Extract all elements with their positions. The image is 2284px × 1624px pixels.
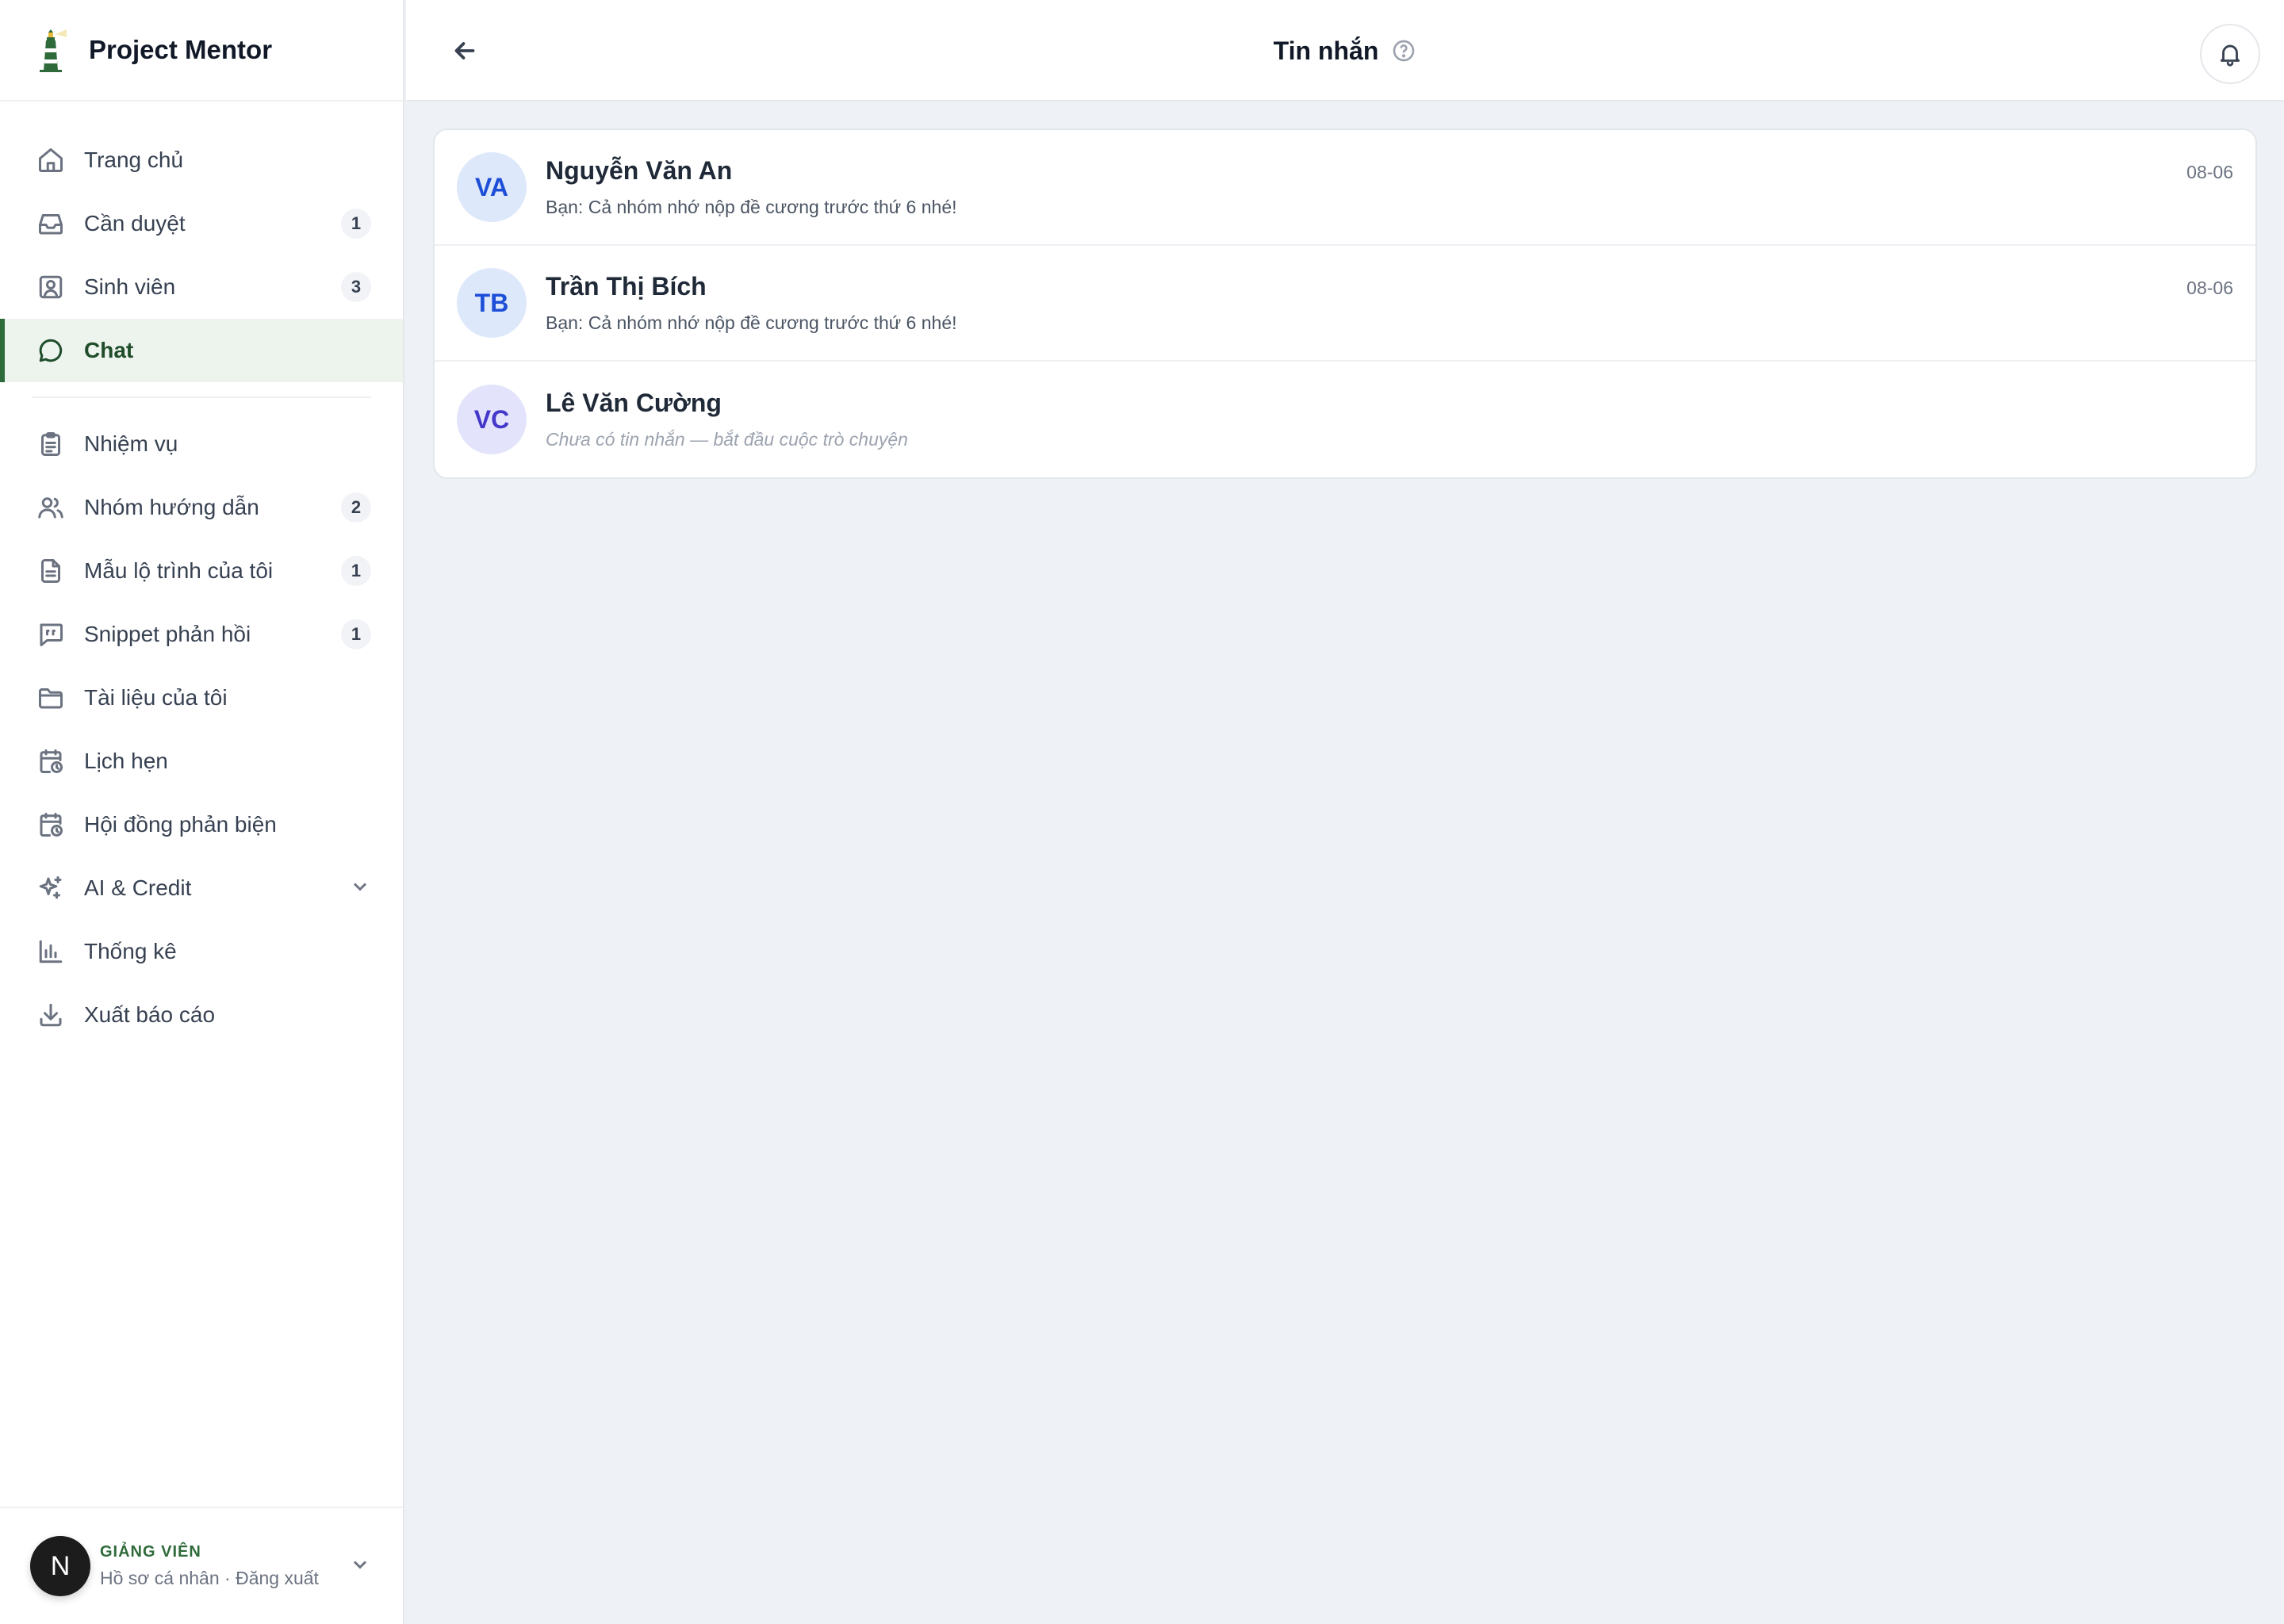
chevron-down-icon[interactable] (349, 875, 371, 902)
chat-bubble-icon (35, 335, 67, 366)
message-quote-icon (35, 619, 67, 650)
user-role: GIẢNG VIÊN (100, 1543, 201, 1561)
sidebar-item-label: AI & Credit (84, 875, 192, 900)
sidebar-item-label: Lịch hẹn (84, 749, 168, 773)
sidebar-item-export-report[interactable]: Xuất báo cáo (0, 983, 403, 1047)
conversation-date: 08-06 (2186, 162, 2233, 182)
download-icon (35, 999, 67, 1031)
sidebar-item-guidance-groups[interactable]: Nhóm hướng dẫn 2 (0, 476, 403, 539)
sidebar-item-label: Hội đồng phản biện (84, 812, 277, 837)
sidebar-item-label: Nhóm hướng dẫn (84, 495, 259, 519)
sidebar-item-label: Thống kê (84, 939, 177, 963)
sidebar-item-label: Chat (84, 338, 134, 362)
page-title-wrap: Tin nhắn (406, 0, 2284, 102)
notifications-button[interactable] (2200, 24, 2260, 84)
conversation-avatar: VA (457, 152, 527, 222)
bar-chart-icon (35, 936, 67, 967)
conversation-preview: Chưa có tin nhắn — bắt đầu cuộc trò chuy… (546, 429, 908, 450)
avatar[interactable]: N (30, 1536, 90, 1596)
sidebar-item-ai-credit[interactable]: AI & Credit (0, 856, 403, 920)
count-badge: 3 (341, 272, 371, 302)
sidebar-item-label: Mẫu lộ trình của tôi (84, 558, 274, 583)
sidebar-item-feedback-snippets[interactable]: Snippet phản hồi 1 (0, 603, 403, 666)
conversation-avatar: TB (457, 268, 527, 338)
conversation-name: Nguyễn Văn An (546, 156, 733, 185)
conversation-body: Lê Văn Cường Chưa có tin nhắn — bắt đầu … (546, 389, 2233, 450)
page-title: Tin nhắn (1273, 36, 1379, 65)
top-bar: Tin nhắn (406, 0, 2284, 102)
sidebar-item-label: Nhiệm vụ (84, 431, 178, 456)
calendar-clock-icon (35, 809, 67, 841)
help-circle-icon[interactable] (1391, 38, 1416, 63)
sidebar-item-review-council[interactable]: Hội đồng phản biện (0, 793, 403, 856)
arrow-left-icon (454, 42, 475, 59)
conversation-list: VA Nguyễn Văn An Bạn: Cả nhóm nhớ nộp đề… (433, 128, 2257, 479)
conversation-avatar: VC (457, 385, 527, 454)
user-links: Hồ sơ cá nhân · Đăng xuất (100, 1568, 349, 1589)
sidebar-item-label: Sinh viên (84, 274, 176, 299)
sidebar-item-chat[interactable]: Chat (0, 319, 403, 382)
calendar-clock-icon (35, 745, 67, 777)
clipboard-icon (35, 428, 67, 460)
conversation-item[interactable]: VC Lê Văn Cường Chưa có tin nhắn — bắt đ… (435, 362, 2255, 477)
count-badge: 1 (341, 619, 371, 649)
main-content: Tin nhắn VA Nguyễn Văn An Bạn: Cả nhóm n… (406, 0, 2284, 1624)
count-badge: 1 (341, 209, 371, 239)
home-icon (35, 144, 67, 176)
user-info: GIẢNG VIÊN Hồ sơ cá nhân · Đăng xuất (100, 1543, 349, 1589)
sidebar-item-label: Snippet phản hồi (84, 622, 251, 646)
user-square-icon (35, 271, 67, 303)
sidebar-item-home[interactable]: Trang chủ (0, 128, 403, 192)
logout-link[interactable]: Đăng xuất (236, 1568, 319, 1588)
bell-icon (2220, 44, 2240, 67)
users-icon (35, 492, 67, 523)
sidebar-nav: Trang chủ Cần duyệt 1 Sinh viên 3 Chat N… (0, 102, 403, 1047)
conversation-date: 08-06 (2186, 278, 2233, 298)
folder-icon (35, 682, 67, 714)
conversation-preview: Bạn: Cả nhóm nhớ nộp đề cương trước thứ … (546, 197, 957, 217)
sidebar: Project Mentor Trang chủ Cần duyệt 1 Sin… (0, 0, 404, 1624)
profile-link[interactable]: Hồ sơ cá nhân (100, 1568, 220, 1588)
file-text-icon (35, 555, 67, 587)
conversation-name: Lê Văn Cường (546, 389, 722, 417)
sidebar-item-label: Xuất báo cáo (84, 1002, 216, 1027)
count-badge: 2 (341, 492, 371, 523)
sidebar-item-label: Trang chủ (84, 147, 184, 172)
sidebar-item-students[interactable]: Sinh viên 3 (0, 255, 403, 319)
sidebar-item-appointments[interactable]: Lịch hẹn (0, 730, 403, 793)
conversation-item[interactable]: TB Trần Thị Bích Bạn: Cả nhóm nhớ nộp đề… (435, 246, 2255, 362)
brand-header[interactable]: Project Mentor (0, 0, 403, 102)
link-separator: · (219, 1568, 236, 1588)
conversation-preview: Bạn: Cả nhóm nhớ nộp đề cương trước thứ … (546, 312, 957, 333)
sidebar-item-label: Cần duyệt (84, 211, 186, 236)
conversation-name: Trần Thị Bích (546, 272, 707, 301)
lighthouse-logo-icon (40, 29, 67, 72)
chevron-down-icon[interactable] (349, 1553, 371, 1580)
nav-divider (32, 396, 371, 398)
count-badge: 1 (341, 556, 371, 586)
sidebar-item-statistics[interactable]: Thống kê (0, 920, 403, 983)
sidebar-item-my-documents[interactable]: Tài liệu của tôi (0, 666, 403, 730)
sidebar-item-label: Tài liệu của tôi (84, 685, 228, 710)
sidebar-item-roadmap-templates[interactable]: Mẫu lộ trình của tôi 1 (0, 539, 403, 603)
conversation-item[interactable]: VA Nguyễn Văn An Bạn: Cả nhóm nhớ nộp đề… (435, 130, 2255, 246)
brand-name: Project Mentor (89, 35, 273, 64)
inbox-icon (35, 208, 67, 239)
conversation-body: Nguyễn Văn An Bạn: Cả nhóm nhớ nộp đề cư… (546, 156, 2233, 218)
conversation-body: Trần Thị Bích Bạn: Cả nhóm nhớ nộp đề cư… (546, 272, 2233, 334)
user-menu[interactable]: N GIẢNG VIÊN Hồ sơ cá nhân · Đăng xuất (0, 1507, 403, 1624)
back-button[interactable] (446, 32, 484, 70)
sidebar-item-tasks[interactable]: Nhiệm vụ (0, 412, 403, 476)
sidebar-item-pending-review[interactable]: Cần duyệt 1 (0, 192, 403, 255)
sparkles-icon (35, 872, 67, 904)
